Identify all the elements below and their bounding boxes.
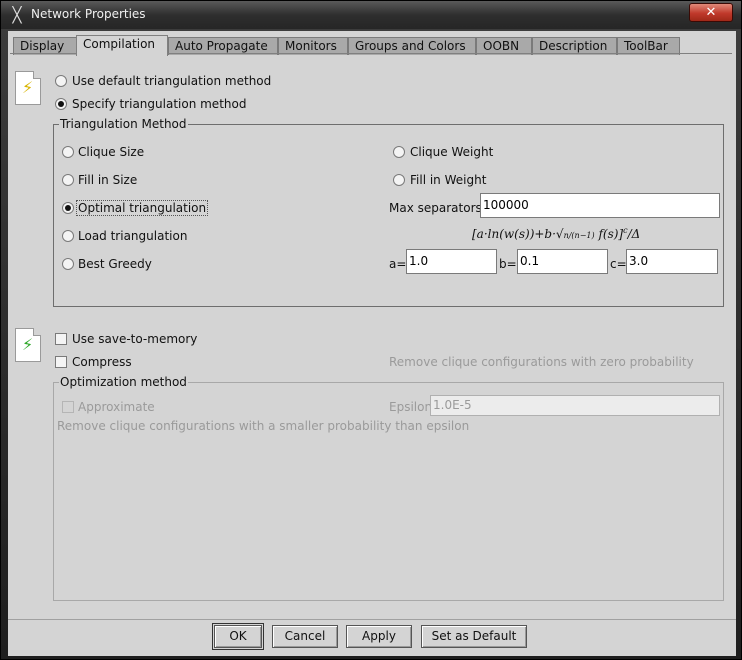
dialog-window: ╳ Network Properties ✕ Display Compilati… <box>0 0 742 660</box>
page-fold <box>33 71 41 79</box>
optimal-triangulation-label[interactable]: Optimal triangulation <box>75 200 209 216</box>
bolt-glyph: ⚡ <box>22 78 34 97</box>
button-bar: OK Cancel Apply Set as Default <box>8 619 736 656</box>
x-logo-icon: ╳ <box>12 6 22 24</box>
optimization-method-title: Optimization method <box>59 375 188 389</box>
close-button[interactable]: ✕ <box>689 3 733 22</box>
save-to-memory-label[interactable]: Use save-to-memory <box>72 332 197 346</box>
c-label: c= <box>610 257 627 271</box>
clique-size-label[interactable]: Clique Size <box>78 145 144 159</box>
triangulation-method-title: Triangulation Method <box>59 117 188 131</box>
triangulation-method-group: Triangulation Method Clique Size Clique … <box>53 117 724 307</box>
b-input[interactable]: 0.1 <box>517 249 608 274</box>
fill-in-weight-radio[interactable] <box>393 174 405 186</box>
lightning-icon: ⚡ <box>15 328 41 362</box>
cancel-button[interactable]: Cancel <box>272 625 338 648</box>
optimization-method-group: Optimization method Approximate Epsilon … <box>53 375 724 601</box>
best-greedy-label[interactable]: Best Greedy <box>78 257 152 271</box>
window-title: Network Properties <box>31 7 146 21</box>
epsilon-label: Epsilon <box>389 400 433 414</box>
bolt-glyph: ⚡ <box>22 335 34 354</box>
title-bar[interactable]: ╳ Network Properties ✕ <box>1 1 741 29</box>
compress-label[interactable]: Compress <box>72 355 132 369</box>
tab-compilation[interactable]: Compilation <box>76 35 168 56</box>
approximate-checkbox[interactable] <box>62 401 74 413</box>
compress-checkbox[interactable] <box>55 356 67 368</box>
fill-in-size-label[interactable]: Fill in Size <box>78 173 137 187</box>
load-triangulation-radio[interactable] <box>62 230 74 242</box>
b-label: b= <box>499 257 517 271</box>
approximate-label[interactable]: Approximate <box>78 400 155 414</box>
use-default-radio[interactable] <box>55 75 67 87</box>
lightning-icon: ⚡ <box>15 71 41 105</box>
zero-probability-note: Remove clique configurations with zero p… <box>389 355 694 369</box>
clique-weight-radio[interactable] <box>393 146 405 158</box>
save-to-memory-checkbox[interactable] <box>55 333 67 345</box>
page-fold <box>33 328 41 336</box>
clique-weight-label[interactable]: Clique Weight <box>410 145 493 159</box>
best-greedy-radio[interactable] <box>62 258 74 270</box>
epsilon-note: Remove clique configurations with a smal… <box>57 419 470 433</box>
specify-method-label[interactable]: Specify triangulation method <box>72 97 246 111</box>
dialog-content: Display Compilation Auto Propagate Monit… <box>8 31 736 656</box>
use-default-label[interactable]: Use default triangulation method <box>72 74 271 88</box>
ok-button[interactable]: OK <box>212 623 264 650</box>
fill-in-weight-label[interactable]: Fill in Weight <box>410 173 486 187</box>
c-input[interactable]: 3.0 <box>626 249 718 274</box>
set-as-default-button[interactable]: Set as Default <box>421 625 527 648</box>
load-triangulation-label[interactable]: Load triangulation <box>78 229 187 243</box>
a-label: a= <box>389 257 407 271</box>
max-separators-input[interactable]: 100000 <box>480 193 720 218</box>
epsilon-input[interactable]: 1.0E-5 <box>430 395 720 416</box>
clique-size-radio[interactable] <box>62 146 74 158</box>
apply-button[interactable]: Apply <box>346 625 412 648</box>
specify-method-radio[interactable] <box>55 98 67 110</box>
fill-in-size-radio[interactable] <box>62 174 74 186</box>
cost-formula: [a·ln(w(s))+b·√n/(n−1) f(s)]c/Δ <box>472 226 641 241</box>
a-input[interactable]: 1.0 <box>406 249 497 274</box>
max-separators-label: Max separators <box>389 201 482 215</box>
optimal-triangulation-radio[interactable] <box>62 202 74 214</box>
